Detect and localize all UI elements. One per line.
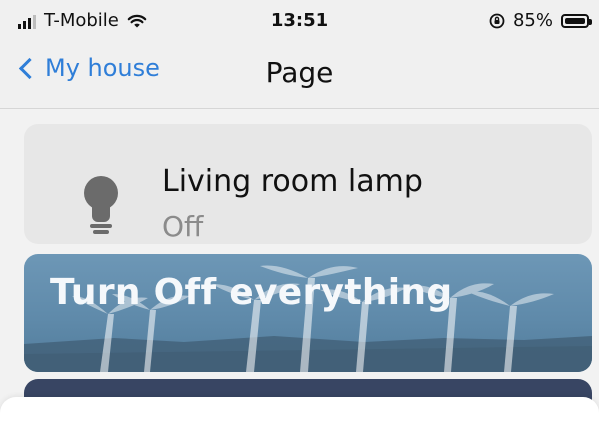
- battery-icon: [561, 13, 592, 28]
- navigation-bar: My house Page: [0, 42, 599, 109]
- scene-title: Turn Off everything: [50, 272, 453, 313]
- scene-card-turn-off-everything[interactable]: Turn Off everything: [24, 254, 592, 372]
- device-name: Living room lamp: [162, 164, 423, 199]
- device-card-living-room-lamp[interactable]: Living room lamp Off: [24, 124, 592, 244]
- content-area: Living room lamp Off Turn Off everything: [0, 109, 599, 427]
- bottom-sheet[interactable]: [0, 397, 599, 427]
- status-bar: T-Mobile 13:51 85%: [0, 0, 599, 42]
- status-right: 85%: [489, 10, 592, 31]
- page-title: Page: [265, 56, 334, 89]
- device-state: Off: [162, 210, 204, 243]
- lightbulb-icon: [84, 176, 118, 234]
- battery-percent: 85%: [512, 10, 553, 31]
- rotation-lock-icon: [489, 13, 505, 28]
